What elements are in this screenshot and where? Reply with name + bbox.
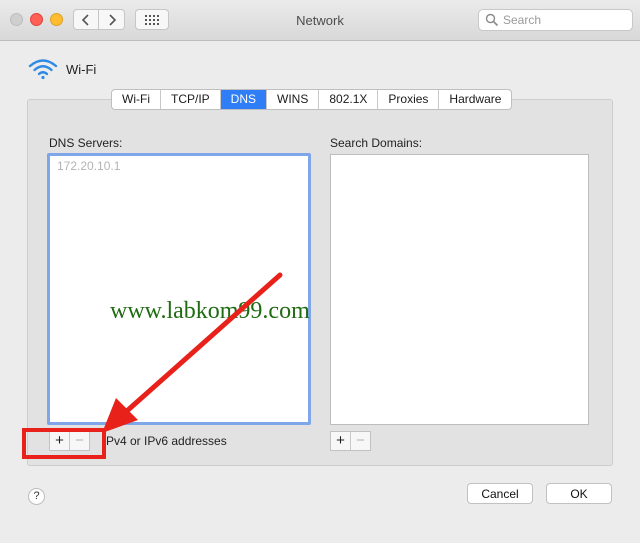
annotation-arrow	[102, 272, 283, 433]
annotation-highlight-box	[22, 428, 106, 459]
